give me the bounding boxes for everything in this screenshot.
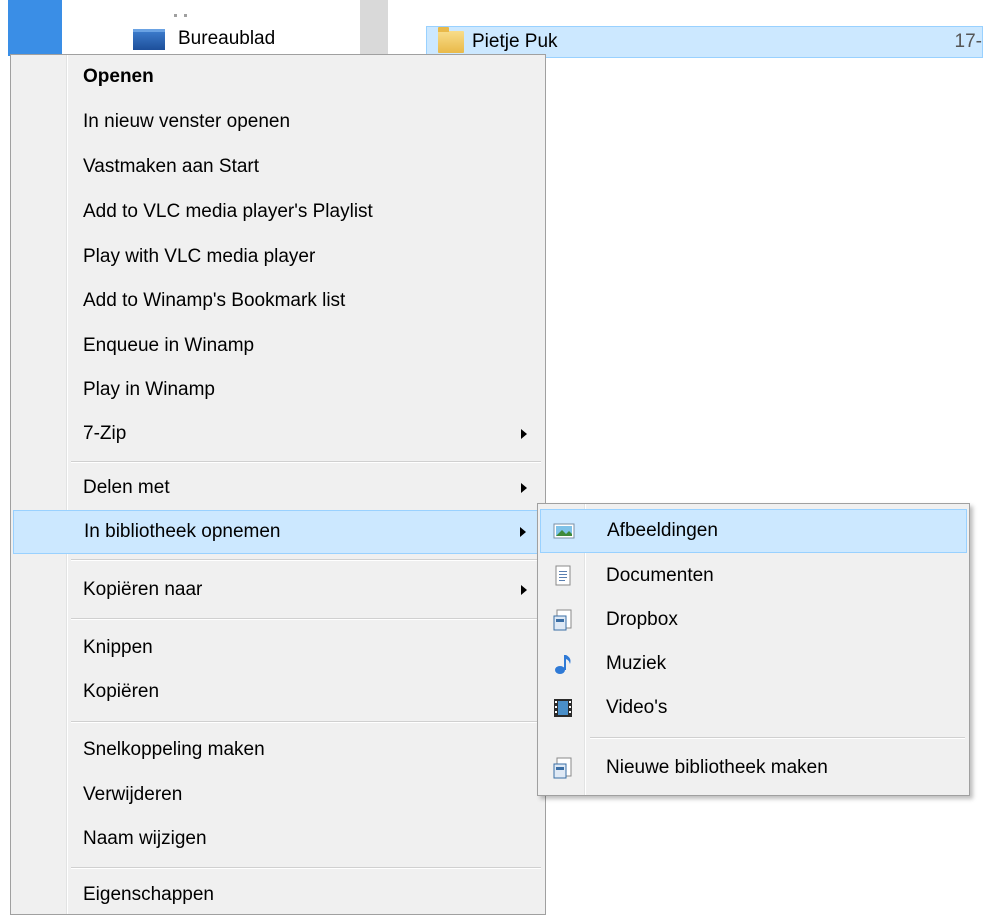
submenu-separator [590, 737, 965, 739]
submenu-item-dropbox[interactable]: Dropbox [540, 598, 967, 642]
menu-item-label: Add to VLC media player's Playlist [83, 201, 373, 222]
menu-item-winamp-play[interactable]: Play in Winamp [13, 368, 543, 412]
menu-item-winamp-bookmark[interactable]: Add to Winamp's Bookmark list [13, 279, 543, 323]
submenu-item-label: Muziek [606, 653, 667, 674]
menu-item-winamp-enqueue[interactable]: Enqueue in Winamp [13, 324, 543, 368]
menu-item-label: Eigenschappen [83, 884, 214, 905]
menu-item-label: Enqueue in Winamp [83, 335, 255, 356]
submenu-arrow-icon [521, 585, 527, 595]
menu-separator [71, 461, 541, 463]
menu-item-label: In nieuw venster openen [83, 111, 291, 132]
submenu-item-documenten[interactable]: Documenten [540, 554, 967, 598]
menu-item-create-shortcut[interactable]: Snelkoppeling maken [13, 728, 543, 772]
menu-item-cut[interactable]: Knippen [13, 626, 543, 670]
menu-item-label: In bibliotheek opnemen [84, 521, 281, 542]
submenu-item-new-library[interactable]: Nieuwe bibliotheek maken [540, 746, 967, 790]
submenu-arrow-icon [521, 483, 527, 493]
menu-item-label: Snelkoppeling maken [83, 739, 265, 760]
menu-item-label: Verwijderen [83, 784, 183, 805]
submenu-item-label: Nieuwe bibliotheek maken [606, 757, 828, 778]
menu-item-label: Kopiëren [83, 681, 160, 702]
library-icon [553, 609, 572, 631]
menu-item-label: Add to Winamp's Bookmark list [83, 290, 346, 311]
submenu-item-label: Documenten [606, 565, 714, 586]
submenu-item-afbeeldingen[interactable]: Afbeeldingen [540, 509, 967, 553]
menu-separator [71, 867, 541, 869]
menu-item-label: Play in Winamp [83, 379, 215, 400]
menu-item-7zip[interactable]: 7-Zip [13, 412, 543, 456]
menu-item-label: 7-Zip [83, 423, 127, 444]
menu-item-label: Play with VLC media player [83, 246, 316, 267]
submenu-item-label: Video's [606, 697, 668, 718]
nav-pane-scrollbar[interactable] [360, 0, 388, 60]
folder-icon [438, 27, 464, 53]
submenu-item-label: Afbeeldingen [607, 520, 718, 541]
documents-library-icon [555, 565, 571, 586]
nav-tree-dots [174, 4, 204, 17]
menu-item-label: Vastmaken aan Start [83, 156, 260, 177]
menu-separator [71, 721, 541, 723]
menu-item-rename[interactable]: Naam wijzigen [13, 817, 543, 861]
menu-item-include-in-library[interactable]: In bibliotheek opnemen [13, 510, 543, 554]
new-library-icon [553, 757, 572, 779]
file-name: Pietje Puk [472, 31, 558, 52]
menu-separator [71, 618, 541, 620]
submenu-arrow-icon [520, 527, 526, 537]
desktop-icon [133, 28, 165, 50]
pictures-library-icon [553, 523, 575, 539]
selected-nav-indicator[interactable] [8, 0, 62, 56]
file-date: 17- [954, 31, 982, 52]
nav-item-bureaublad[interactable]: Bureaublad [133, 27, 275, 51]
menu-item-label: Openen [83, 66, 154, 87]
menu-item-vlc-play[interactable]: Play with VLC media player [13, 235, 543, 279]
menu-item-open-new-window[interactable]: In nieuw venster openen [13, 100, 543, 144]
menu-separator [71, 559, 541, 561]
submenu-item-label: Dropbox [606, 609, 678, 630]
menu-item-openen[interactable]: Openen [13, 55, 543, 99]
menu-item-properties[interactable]: Eigenschappen [13, 873, 543, 917]
menu-item-label: Kopiëren naar [83, 579, 203, 600]
menu-item-delete[interactable]: Verwijderen [13, 773, 543, 817]
menu-item-share-with[interactable]: Delen met [13, 466, 543, 510]
music-library-icon [555, 655, 571, 674]
menu-item-label: Naam wijzigen [83, 828, 207, 849]
menu-item-copy-to[interactable]: Kopiëren naar [13, 568, 543, 612]
context-menu: Openen In nieuw venster openen Vastmaken… [10, 54, 546, 915]
menu-item-label: Delen met [83, 477, 170, 498]
videos-library-icon [554, 699, 572, 717]
menu-item-vlc-playlist[interactable]: Add to VLC media player's Playlist [13, 190, 543, 234]
menu-item-pin-to-start[interactable]: Vastmaken aan Start [13, 145, 543, 189]
menu-item-copy[interactable]: Kopiëren [13, 670, 543, 714]
nav-item-label: Bureaublad [178, 28, 276, 49]
library-submenu: Afbeeldingen Documenten Dropbox Muziek V… [537, 503, 970, 796]
submenu-item-videos[interactable]: Video's [540, 686, 967, 730]
submenu-arrow-icon [521, 429, 527, 439]
submenu-item-muziek[interactable]: Muziek [540, 642, 967, 686]
menu-item-label: Knippen [83, 637, 153, 658]
